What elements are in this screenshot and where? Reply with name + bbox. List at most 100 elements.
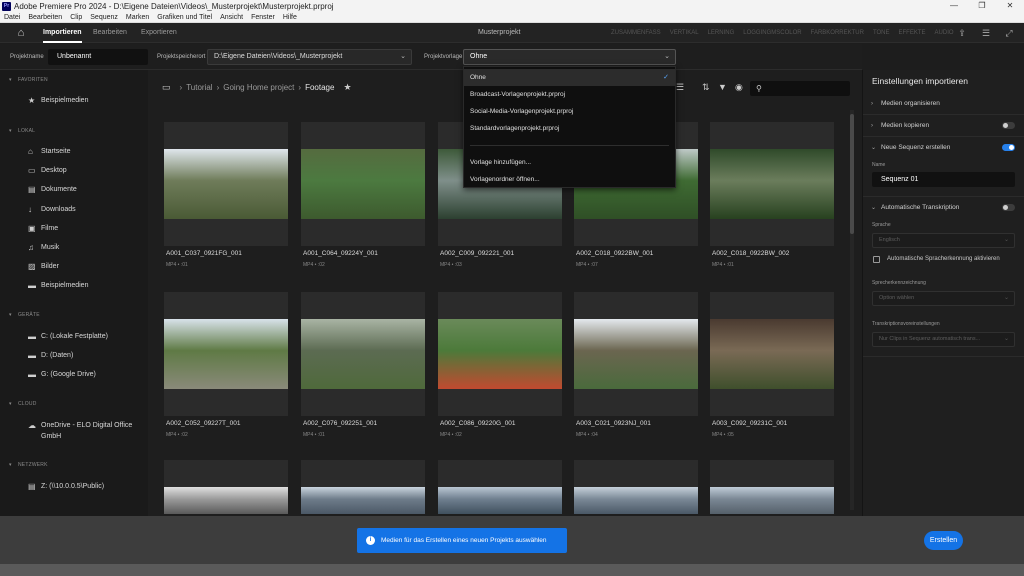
create-button[interactable]: Erstellen [924, 531, 963, 550]
section-network[interactable]: ▾ NETZWERK [9, 462, 48, 468]
organize-media-row[interactable]: › Medien organisieren [863, 93, 1024, 115]
section-devices[interactable]: ▾ GERÄTE [9, 312, 40, 318]
media-card[interactable]: A001_C064_09224Y_001 MP4 • :02 [301, 122, 425, 268]
workspace-tab[interactable]: ZUSAMMENFASS [611, 23, 661, 43]
dropdown-divider [470, 145, 669, 146]
search-input[interactable]: ⚲ [750, 81, 850, 96]
minimize-icon[interactable]: — [940, 0, 968, 12]
media-card[interactable]: A003_C021_0923NJ_001 MP4 • :04 [574, 292, 698, 438]
premiere-app-icon: Pr [2, 1, 11, 11]
speaker-select[interactable]: Option wählen ⌄ [872, 291, 1015, 306]
breadcrumb-item[interactable]: Going Home project [223, 83, 294, 92]
tab-bearbeiten[interactable]: Bearbeiten [93, 23, 127, 43]
chevron-down-icon: ⌄ [1003, 237, 1009, 243]
copy-media-row[interactable]: › Medien kopieren [863, 115, 1024, 137]
breadcrumb-item[interactable]: Tutorial [186, 83, 212, 92]
workspace-tab[interactable]: LERNING [708, 23, 735, 43]
auto-transcript-toggle[interactable] [1002, 204, 1015, 211]
menu-datei[interactable]: Datei [4, 14, 20, 21]
menu-clip[interactable]: Clip [70, 14, 82, 21]
list-view-icon[interactable]: ☰ [676, 82, 684, 93]
section-favorites[interactable]: ▾ FAVORITEN [9, 77, 48, 83]
tab-importieren[interactable]: Importieren [43, 23, 82, 43]
workspace-tab[interactable]: TONE [873, 23, 890, 43]
chevron-down-icon: ⌄ [400, 53, 406, 60]
share-icon[interactable]: ⇪ [955, 26, 969, 40]
window-title: Adobe Premiere Pro 2024 - D:\Eigene Date… [14, 1, 334, 11]
media-card[interactable] [710, 460, 834, 514]
template-option[interactable]: Ohne ✓ [464, 69, 675, 86]
sequence-name-input[interactable]: Sequenz 01 [872, 172, 1015, 187]
menu-sequenz[interactable]: Sequenz [90, 14, 118, 21]
tab-exportieren[interactable]: Exportieren [141, 23, 177, 43]
transcript-preset-select[interactable]: Nur Clips in Sequenz automatisch trans..… [872, 332, 1015, 347]
home-icon[interactable]: ⌂ [14, 26, 28, 40]
template-option[interactable]: Broadcast-Vorlagenprojekt.prproj [464, 86, 675, 103]
media-meta: MP4 • :04 [576, 432, 598, 438]
project-name-input[interactable]: Unbenannt [48, 49, 148, 65]
template-option[interactable]: Standardvorlagenprojekt.prproj [464, 120, 675, 137]
filter-icon[interactable]: ▼ [718, 82, 727, 92]
language-label: Sprache [872, 222, 891, 228]
section-local[interactable]: ▾ LOKAL [9, 128, 35, 134]
media-meta: MP4 • :01 [303, 432, 325, 438]
sort-icon[interactable]: ⇅ [702, 82, 710, 93]
media-card[interactable] [301, 460, 425, 514]
workspace-tab[interactable]: AUDIO [935, 23, 954, 43]
copy-media-toggle[interactable] [1002, 122, 1015, 129]
media-card[interactable]: A001_C037_0921FG_001 MP4 • :01 [164, 122, 288, 268]
eye-icon[interactable]: ◉ [735, 82, 743, 93]
workspace-tab[interactable]: VERTIKAL [670, 23, 699, 43]
project-template-select[interactable]: Ohne ⌄ [463, 49, 676, 65]
menu-hilfe[interactable]: Hilfe [283, 14, 297, 21]
auto-detect-checkbox[interactable] [873, 256, 880, 263]
workspace-tab[interactable]: FARBKORREKTUR [811, 23, 864, 43]
divider [863, 356, 1024, 357]
folder-icon: ▬ [28, 351, 36, 360]
media-card[interactable]: A002_C076_092251_001 MP4 • :01 [301, 292, 425, 438]
new-sequence-row[interactable]: ⌄ Neue Sequenz erstellen [863, 137, 1024, 159]
workspace-tab[interactable]: EFFEKTE [899, 23, 926, 43]
chevron-down-icon: ⌄ [871, 205, 877, 211]
scrollbar[interactable] [850, 110, 854, 510]
scrollbar-thumb[interactable] [850, 114, 854, 234]
media-card[interactable] [164, 460, 288, 514]
panel-menu-icon[interactable]: ☰ [979, 26, 993, 40]
close-icon[interactable]: ✕ [996, 0, 1024, 12]
template-option[interactable]: Social-Media-Vorlagenprojekt.prproj [464, 103, 675, 120]
media-card[interactable]: A002_C052_09227T_001 MP4 • :02 [164, 292, 288, 438]
media-name: A003_C021_0923NJ_001 [576, 420, 651, 427]
open-template-folder-action[interactable]: Vorlagenordner öffnen... [464, 171, 675, 188]
media-thumbnail [164, 319, 288, 389]
desktop-icon: ▭ [28, 166, 36, 175]
breadcrumb: ▭ › Tutorial › Going Home project › Foot… [162, 82, 352, 93]
media-card[interactable] [438, 460, 562, 514]
project-template-value: Ohne [470, 53, 488, 60]
folder-inbox-icon[interactable]: ▭ [162, 82, 171, 93]
workspace-tab[interactable]: LOGGINGMSCOLOR [743, 23, 801, 43]
maximize-icon[interactable]: ❐ [968, 0, 996, 12]
media-card[interactable]: A002_C018_0922BW_002 MP4 • :01 [710, 122, 834, 268]
breadcrumb-current[interactable]: Footage [305, 83, 334, 92]
project-location-select[interactable]: D:\Eigene Dateien\Videos\_Musterprojekt … [207, 49, 412, 65]
project-name-label: Projektname [10, 54, 44, 60]
home-icon: ⌂ [28, 147, 33, 156]
menu-bearbeiten[interactable]: Bearbeiten [28, 14, 62, 21]
menu-grafiken[interactable]: Grafiken und Titel [157, 14, 212, 21]
search-icon: ⚲ [756, 84, 762, 93]
media-thumbnail [574, 487, 698, 514]
media-card[interactable]: A003_C092_09231C_001 MP4 • :05 [710, 292, 834, 438]
new-sequence-toggle[interactable] [1002, 144, 1015, 151]
footer-inner: i Medien für das Erstellen eines neuen P… [0, 516, 1024, 564]
menu-fenster[interactable]: Fenster [251, 14, 275, 21]
auto-transcript-row[interactable]: ⌄ Automatische Transkription [863, 196, 1024, 218]
language-select[interactable]: Englisch ⌄ [872, 233, 1015, 248]
menu-ansicht[interactable]: Ansicht [220, 14, 243, 21]
fullscreen-icon[interactable]: ⤢ [1002, 26, 1016, 40]
star-icon[interactable]: ★ [343, 82, 351, 93]
add-template-action[interactable]: Vorlage hinzufügen... [464, 154, 675, 171]
media-card[interactable] [574, 460, 698, 514]
section-cloud[interactable]: ▾ CLOUD [9, 401, 37, 407]
menu-marken[interactable]: Marken [126, 14, 149, 21]
media-card[interactable]: A002_C086_09220G_001 MP4 • :02 [438, 292, 562, 438]
